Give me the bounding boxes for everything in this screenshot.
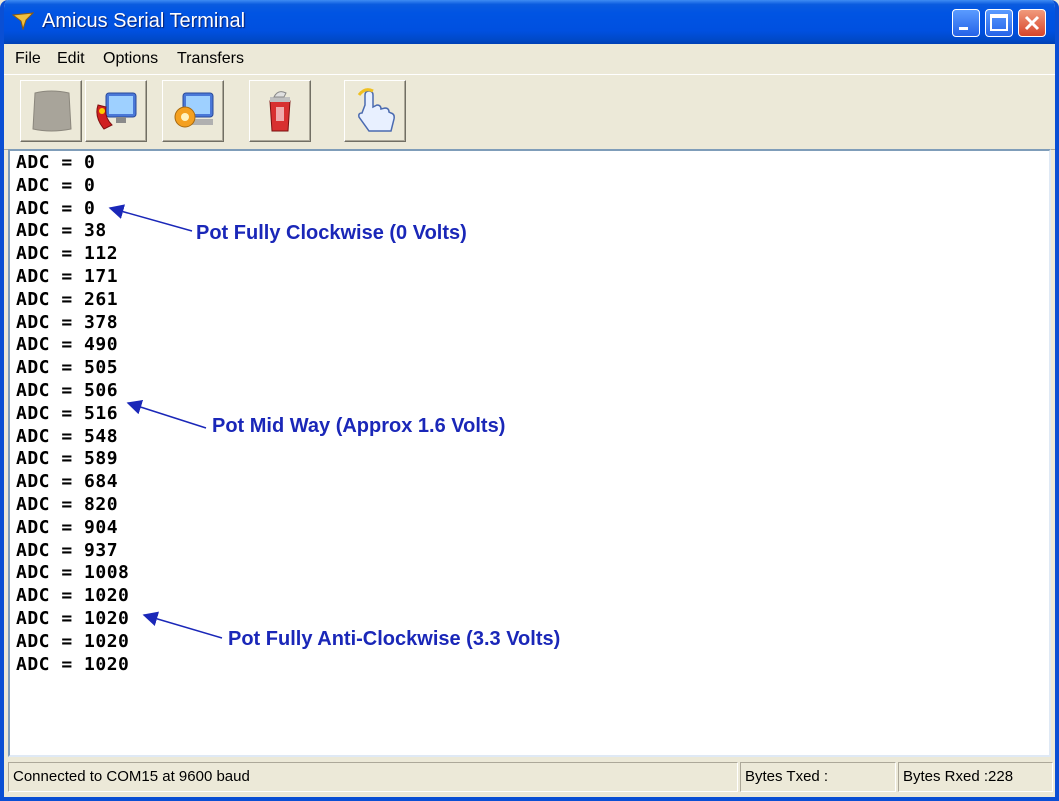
status-bytes-txed: Bytes Txed :: [740, 762, 896, 792]
title-bar[interactable]: Amicus Serial Terminal: [4, 0, 1055, 44]
menu-file[interactable]: File: [15, 50, 41, 68]
menu-edit[interactable]: Edit: [57, 50, 85, 68]
annotation-mid-way: Pot Mid Way (Approx 1.6 Volts): [212, 415, 506, 437]
minimize-button[interactable]: [952, 9, 980, 37]
arrow-anti-clockwise: [142, 611, 223, 639]
app-icon: [11, 12, 35, 31]
close-button[interactable]: [1018, 9, 1046, 37]
connect-button[interactable]: [85, 80, 147, 142]
clear-button[interactable]: [249, 80, 311, 142]
settings-button[interactable]: [162, 80, 224, 142]
annotation-clockwise: Pot Fully Clockwise (0 Volts): [196, 222, 467, 244]
status-bytes-rxed: Bytes Rxed :228: [898, 762, 1053, 792]
main-window: Amicus Serial Terminal File Edit Options…: [0, 0, 1059, 801]
annotation-arrows: [108, 204, 223, 639]
status-connection: Connected to COM15 at 9600 baud: [8, 762, 738, 792]
maximize-button[interactable]: [985, 9, 1013, 37]
toolbar: [4, 74, 1055, 150]
annotation-anti-clockwise: Pot Fully Anti-Clockwise (3.3 Volts): [228, 628, 561, 650]
status-bar: Connected to COM15 at 9600 baud Bytes Tx…: [4, 759, 1055, 797]
window-title: Amicus Serial Terminal: [42, 10, 246, 32]
menu-bar: File Edit Options Transfers: [4, 44, 1055, 74]
arrow-mid-way: [126, 399, 207, 429]
menu-options[interactable]: Options: [103, 50, 158, 68]
hand-button[interactable]: [344, 80, 406, 142]
arrow-clockwise: [108, 204, 193, 232]
menu-transfers[interactable]: Transfers: [177, 50, 244, 68]
disconnect-button[interactable]: [20, 80, 82, 142]
terminal-output[interactable]: ADC = 0 ADC = 0 ADC = 0 ADC = 38 ADC = 112 AD…: [8, 149, 1051, 757]
